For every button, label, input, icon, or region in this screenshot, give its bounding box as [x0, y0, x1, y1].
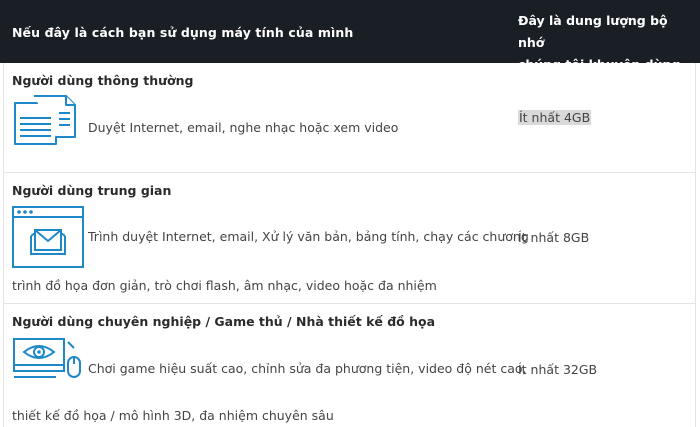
row-title: Người dùng chuyên nghiệp / Game thủ / Nh…: [12, 314, 436, 329]
documents-icon: [12, 94, 80, 150]
row-title: Người dùng thông thường: [12, 73, 194, 88]
table-row: Người dùng thông thường Duyệt Internet, …: [0, 63, 700, 173]
monitor-eye-icon: [12, 337, 84, 387]
header-usage-label: Nếu đây là cách bạn sử dụng máy tính của…: [12, 25, 354, 40]
row-description-line1: Trình duyệt Internet, email, Xử lý văn b…: [88, 229, 529, 244]
browser-email-icon: [12, 206, 84, 272]
memory-recommendation-table: Nếu đây là cách bạn sử dụng máy tính của…: [0, 0, 700, 427]
row-description-line2: trình đồ họa đơn giản, trò chơi flash, â…: [12, 278, 437, 293]
row-description: Duyệt Internet, email, nghe nhạc hoặc xe…: [88, 120, 399, 135]
row-memory-value: Ít nhất 4GB: [518, 110, 592, 125]
row-description-line2: thiết kế đồ họa / mô hình 3D, đa nhiệm c…: [12, 408, 334, 423]
row-memory-value: Ít nhất 32GB: [518, 362, 598, 377]
table-row: Người dùng chuyên nghiệp / Game thủ / Nh…: [0, 304, 700, 427]
row-title: Người dùng trung gian: [12, 183, 172, 198]
row-description-line1: Chơi game hiệu suất cao, chỉnh sửa đa ph…: [88, 361, 527, 376]
header-memory-line1: Đây là dung lượng bộ nhớ: [518, 13, 668, 50]
row-memory-value: Ít nhất 8GB: [518, 230, 590, 245]
table-header: Nếu đây là cách bạn sử dụng máy tính của…: [0, 0, 700, 72]
table-row: Người dùng trung gian Trình duyệt Intern…: [0, 173, 700, 304]
